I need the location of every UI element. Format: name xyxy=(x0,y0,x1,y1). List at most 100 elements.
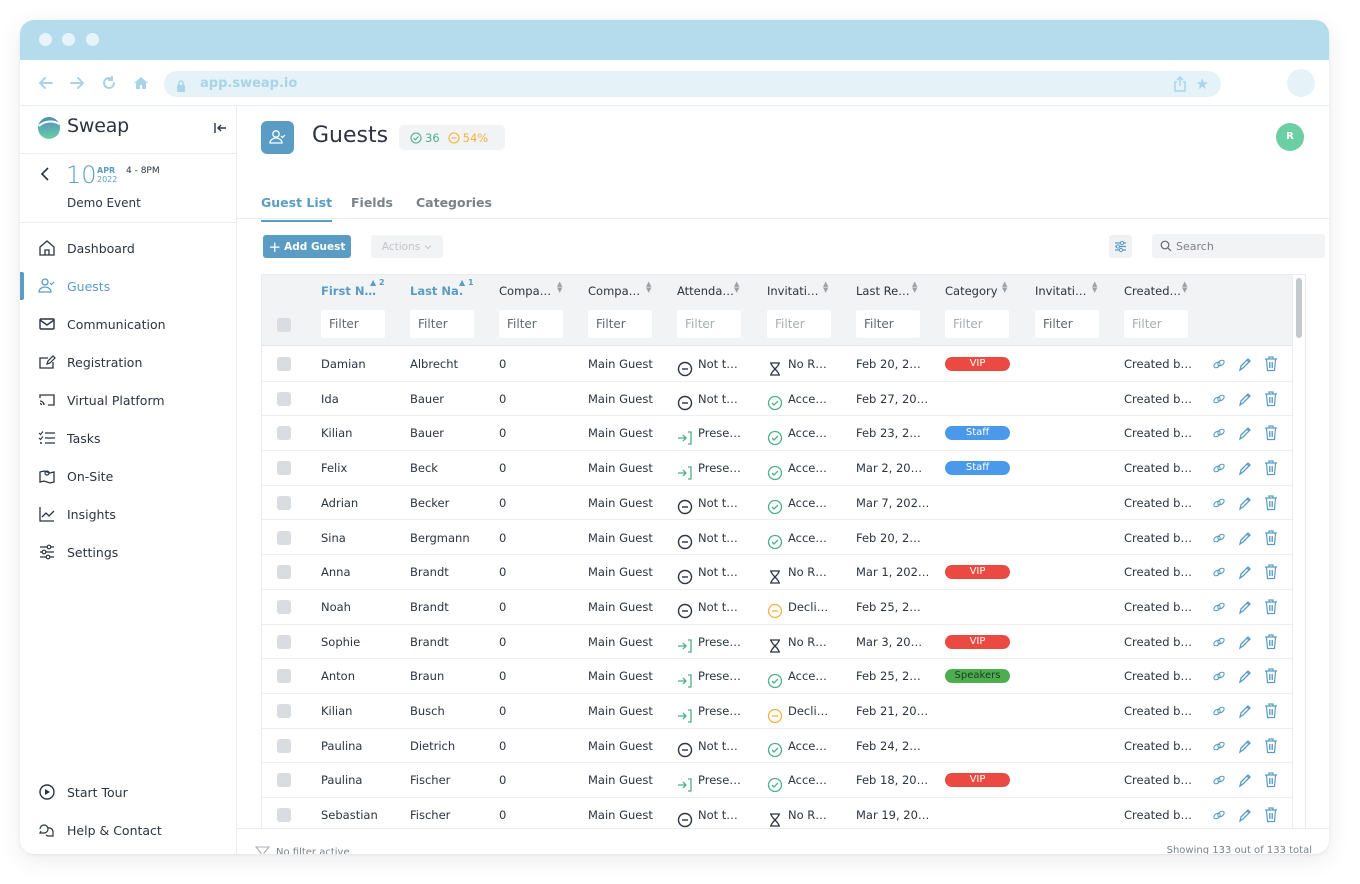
sidebar-item-dashboard[interactable]: Dashboard xyxy=(20,229,237,267)
row-checkbox[interactable] xyxy=(277,426,291,441)
table-row[interactable]: Noah Brandt 0 Main Guest Not t… Decli… Feb 25,… xyxy=(262,590,1292,625)
table-row[interactable]: Sebastian Fischer 0 Main Guest Not t… No R… Ma… xyxy=(262,798,1292,828)
edit-pencil-icon[interactable] xyxy=(1238,668,1252,684)
actions-dropdown[interactable]: Actions xyxy=(371,235,443,258)
column-header[interactable]: Created… xyxy=(1124,284,1181,298)
trash-icon[interactable] xyxy=(1264,460,1278,476)
table-row[interactable]: Anton Braun 0 Main Guest Prese… Acce… Feb 25, … xyxy=(262,659,1292,694)
trash-icon[interactable] xyxy=(1264,564,1278,580)
column-header[interactable]: Category xyxy=(945,284,998,298)
edit-pencil-icon[interactable] xyxy=(1238,599,1252,615)
row-checkbox[interactable] xyxy=(277,565,291,580)
link-icon[interactable] xyxy=(1212,391,1226,407)
row-checkbox[interactable] xyxy=(277,357,291,371)
table-row[interactable]: Anna Brandt 0 Main Guest Not t… No R… Mar 1, 2… xyxy=(262,555,1292,590)
edit-pencil-icon[interactable] xyxy=(1238,495,1252,511)
edit-pencil-icon[interactable] xyxy=(1238,738,1252,754)
column-header[interactable]: Compa… xyxy=(499,284,551,298)
tab-guest-list[interactable]: Guest List xyxy=(261,195,333,222)
link-icon[interactable] xyxy=(1212,703,1226,719)
row-checkbox[interactable] xyxy=(277,495,291,510)
table-row[interactable]: Sophie Brandt 0 Main Guest Prese… No R… Mar 3,… xyxy=(262,625,1292,660)
row-checkbox[interactable] xyxy=(277,669,291,684)
trash-icon[interactable] xyxy=(1264,633,1278,650)
bookmark-star-icon[interactable]: ★ xyxy=(1196,75,1209,93)
edit-pencil-icon[interactable] xyxy=(1238,564,1252,580)
edit-pencil-icon[interactable] xyxy=(1238,634,1252,650)
table-row[interactable]: Kilian Bauer 0 Main Guest Prese… Acce… Feb 23,… xyxy=(262,416,1292,452)
row-checkbox[interactable] xyxy=(277,391,291,406)
sidebar-item-on-site[interactable]: On-Site xyxy=(20,457,237,495)
column-header[interactable]: Invitati… xyxy=(1035,284,1086,298)
column-filter-input[interactable] xyxy=(945,310,1009,338)
edit-pencil-icon[interactable] xyxy=(1238,703,1252,719)
tab-categories[interactable]: Categories xyxy=(416,195,492,220)
window-maximize-button[interactable] xyxy=(86,33,99,46)
sidebar-item-help-contact[interactable]: Help & Contact xyxy=(20,811,237,849)
address-bar[interactable]: app.sweap.io ★ xyxy=(164,71,1221,97)
back-arrow-icon[interactable] xyxy=(37,74,55,92)
search-input[interactable] xyxy=(1176,234,1316,258)
link-icon[interactable] xyxy=(1212,634,1226,650)
trash-icon[interactable] xyxy=(1264,807,1278,823)
edit-pencil-icon[interactable] xyxy=(1238,530,1252,546)
trash-icon[interactable] xyxy=(1264,772,1278,788)
link-icon[interactable] xyxy=(1212,460,1226,476)
sidebar-item-insights[interactable]: Insights xyxy=(20,495,237,533)
sort-ascending-icon[interactable]: ▲ 2 xyxy=(370,279,385,287)
window-minimize-button[interactable] xyxy=(62,33,75,46)
row-checkbox[interactable] xyxy=(277,530,291,545)
user-avatar[interactable]: R xyxy=(1276,123,1304,151)
table-scrollbar[interactable] xyxy=(1292,275,1305,828)
edit-pencil-icon[interactable] xyxy=(1238,391,1252,407)
table-row[interactable]: Damian Albrecht 0 Main Guest Not t… No R… Feb … xyxy=(262,347,1292,382)
row-checkbox[interactable] xyxy=(277,634,291,649)
table-row[interactable]: Ida Bauer 0 Main Guest Not t… Acce… Feb 27, 20… xyxy=(262,382,1292,417)
trash-icon[interactable] xyxy=(1264,529,1278,546)
link-icon[interactable] xyxy=(1212,599,1226,615)
edit-pencil-icon[interactable] xyxy=(1238,772,1252,788)
select-all-checkbox[interactable] xyxy=(277,318,291,332)
table-row[interactable]: Felix Beck 0 Main Guest Prese… Acce… Mar 2, 20… xyxy=(262,451,1292,486)
column-header[interactable]: Invitati… xyxy=(767,284,818,298)
link-icon[interactable] xyxy=(1212,772,1226,788)
sort-icon[interactable]: ▲ ▼ xyxy=(1002,281,1007,294)
row-checkbox[interactable] xyxy=(277,773,291,788)
column-header[interactable]: First N… xyxy=(321,284,376,298)
column-filter-input[interactable] xyxy=(410,310,474,338)
trash-icon[interactable] xyxy=(1264,391,1278,407)
edit-pencil-icon[interactable] xyxy=(1238,460,1252,476)
trash-icon[interactable] xyxy=(1264,599,1278,615)
column-header[interactable]: Last Re… xyxy=(856,284,910,298)
column-filter-input[interactable] xyxy=(677,310,741,338)
sidebar-item-registration[interactable]: Registration xyxy=(20,343,237,381)
row-checkbox[interactable] xyxy=(277,808,291,823)
collapse-sidebar-icon[interactable] xyxy=(213,120,227,134)
trash-icon[interactable] xyxy=(1264,703,1278,719)
trash-icon[interactable] xyxy=(1264,425,1278,441)
table-row[interactable]: Adrian Becker 0 Main Guest Not t… Acce… Mar 7,… xyxy=(262,486,1292,521)
trash-icon[interactable] xyxy=(1264,356,1278,372)
link-icon[interactable] xyxy=(1212,495,1226,511)
edit-pencil-icon[interactable] xyxy=(1238,425,1252,441)
link-icon[interactable] xyxy=(1212,425,1226,441)
sort-icon[interactable]: ▲ ▼ xyxy=(557,281,562,294)
sidebar-item-communication[interactable]: Communication xyxy=(20,305,237,343)
sidebar-item-start-tour[interactable]: Start Tour xyxy=(20,773,237,811)
edit-pencil-icon[interactable] xyxy=(1238,807,1252,823)
column-filter-input[interactable] xyxy=(588,310,652,338)
link-icon[interactable] xyxy=(1212,564,1226,580)
window-close-button[interactable] xyxy=(39,33,52,46)
sort-icon[interactable]: ▲ ▼ xyxy=(646,281,651,294)
edit-pencil-icon[interactable] xyxy=(1238,356,1252,372)
column-filter-input[interactable] xyxy=(856,310,920,338)
sidebar-item-tasks[interactable]: Tasks xyxy=(20,419,237,457)
column-filter-input[interactable] xyxy=(767,310,831,338)
forward-arrow-icon[interactable] xyxy=(68,74,86,92)
row-checkbox[interactable] xyxy=(277,599,291,614)
link-icon[interactable] xyxy=(1212,738,1226,754)
scrollbar-thumb[interactable] xyxy=(1296,278,1302,338)
column-filter-input[interactable] xyxy=(1124,310,1188,338)
tab-fields[interactable]: Fields xyxy=(351,195,393,220)
column-header[interactable]: Attenda… xyxy=(677,284,734,298)
